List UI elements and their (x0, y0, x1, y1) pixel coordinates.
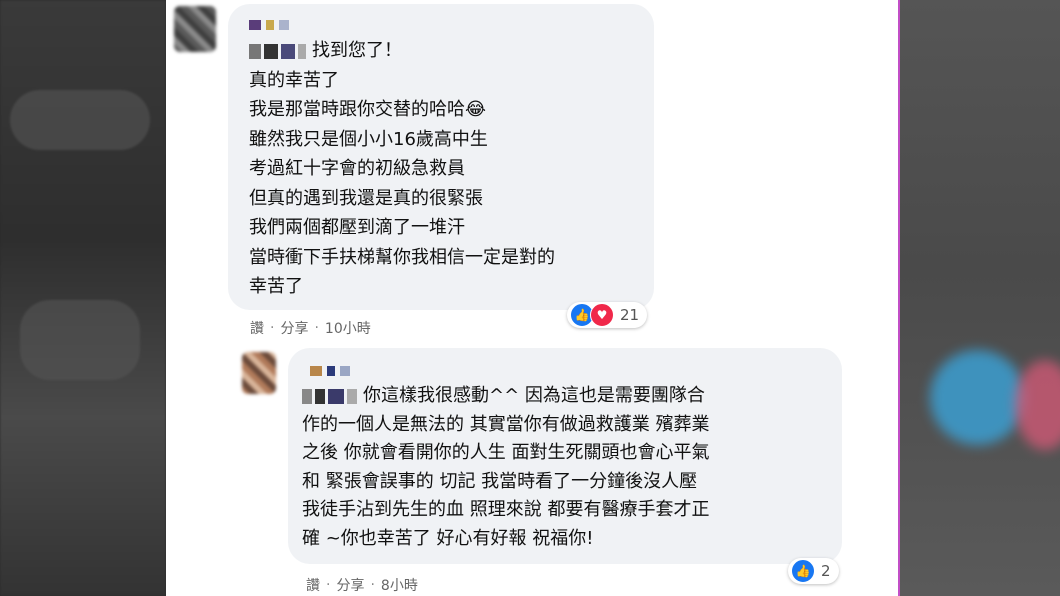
blurred-background-left (0, 0, 166, 596)
mention-blurred[interactable] (249, 43, 306, 59)
author-name-blurred[interactable] (310, 366, 350, 376)
like-button[interactable]: 讚 (250, 318, 264, 338)
comment-thread: 找到您了！ 真的幸苦了 我是那當時跟你交替的哈哈😂 雖然我只是個小小16歲高中生 考過紅… (166, 0, 898, 596)
comment-text: 找到您了！ 真的幸苦了 我是那當時跟你交替的哈哈😂 雖然我只是個小小16歲高中生 考過紅… (249, 40, 555, 297)
share-button[interactable]: 分享 (280, 318, 308, 338)
like-button[interactable]: 讚 (306, 575, 320, 595)
avatar[interactable] (242, 352, 276, 394)
love-icon: ♥ (590, 303, 614, 327)
share-button[interactable]: 分享 (336, 575, 364, 595)
author-name-blurred[interactable] (249, 20, 289, 30)
timestamp[interactable]: 8小時 (381, 575, 418, 595)
reaction-summary[interactable]: 👍 2 (788, 558, 839, 584)
comment-actions: 讚 · 分享 · 10小時 (250, 318, 371, 338)
reaction-summary[interactable]: 👍 ♥ 21 (567, 302, 648, 328)
comment-actions: 讚 · 分享 · 8小時 (306, 575, 418, 595)
avatar[interactable] (174, 6, 216, 52)
comment-bubble: 找到您了！ 真的幸苦了 我是那當時跟你交替的哈哈😂 雖然我只是個小小16歲高中生 考過紅… (228, 4, 654, 310)
mention-blurred[interactable] (302, 388, 357, 404)
reply-bubble: 你這樣我很感動^^ 因為這也是需要團隊合 作的一個人是無法的 其實當你有做過救護業… (288, 348, 842, 564)
comment-text: 你這樣我很感動^^ 因為這也是需要團隊合 作的一個人是無法的 其實當你有做過救護業… (302, 385, 710, 549)
separator: · (326, 577, 331, 593)
like-icon: 👍 (791, 559, 815, 583)
separator: · (270, 320, 275, 336)
reaction-count: 2 (821, 562, 831, 580)
separator: · (370, 577, 375, 593)
blurred-background-right (898, 0, 1060, 596)
separator: · (314, 320, 319, 336)
timestamp[interactable]: 10小時 (325, 318, 371, 338)
reaction-count: 21 (620, 306, 640, 324)
